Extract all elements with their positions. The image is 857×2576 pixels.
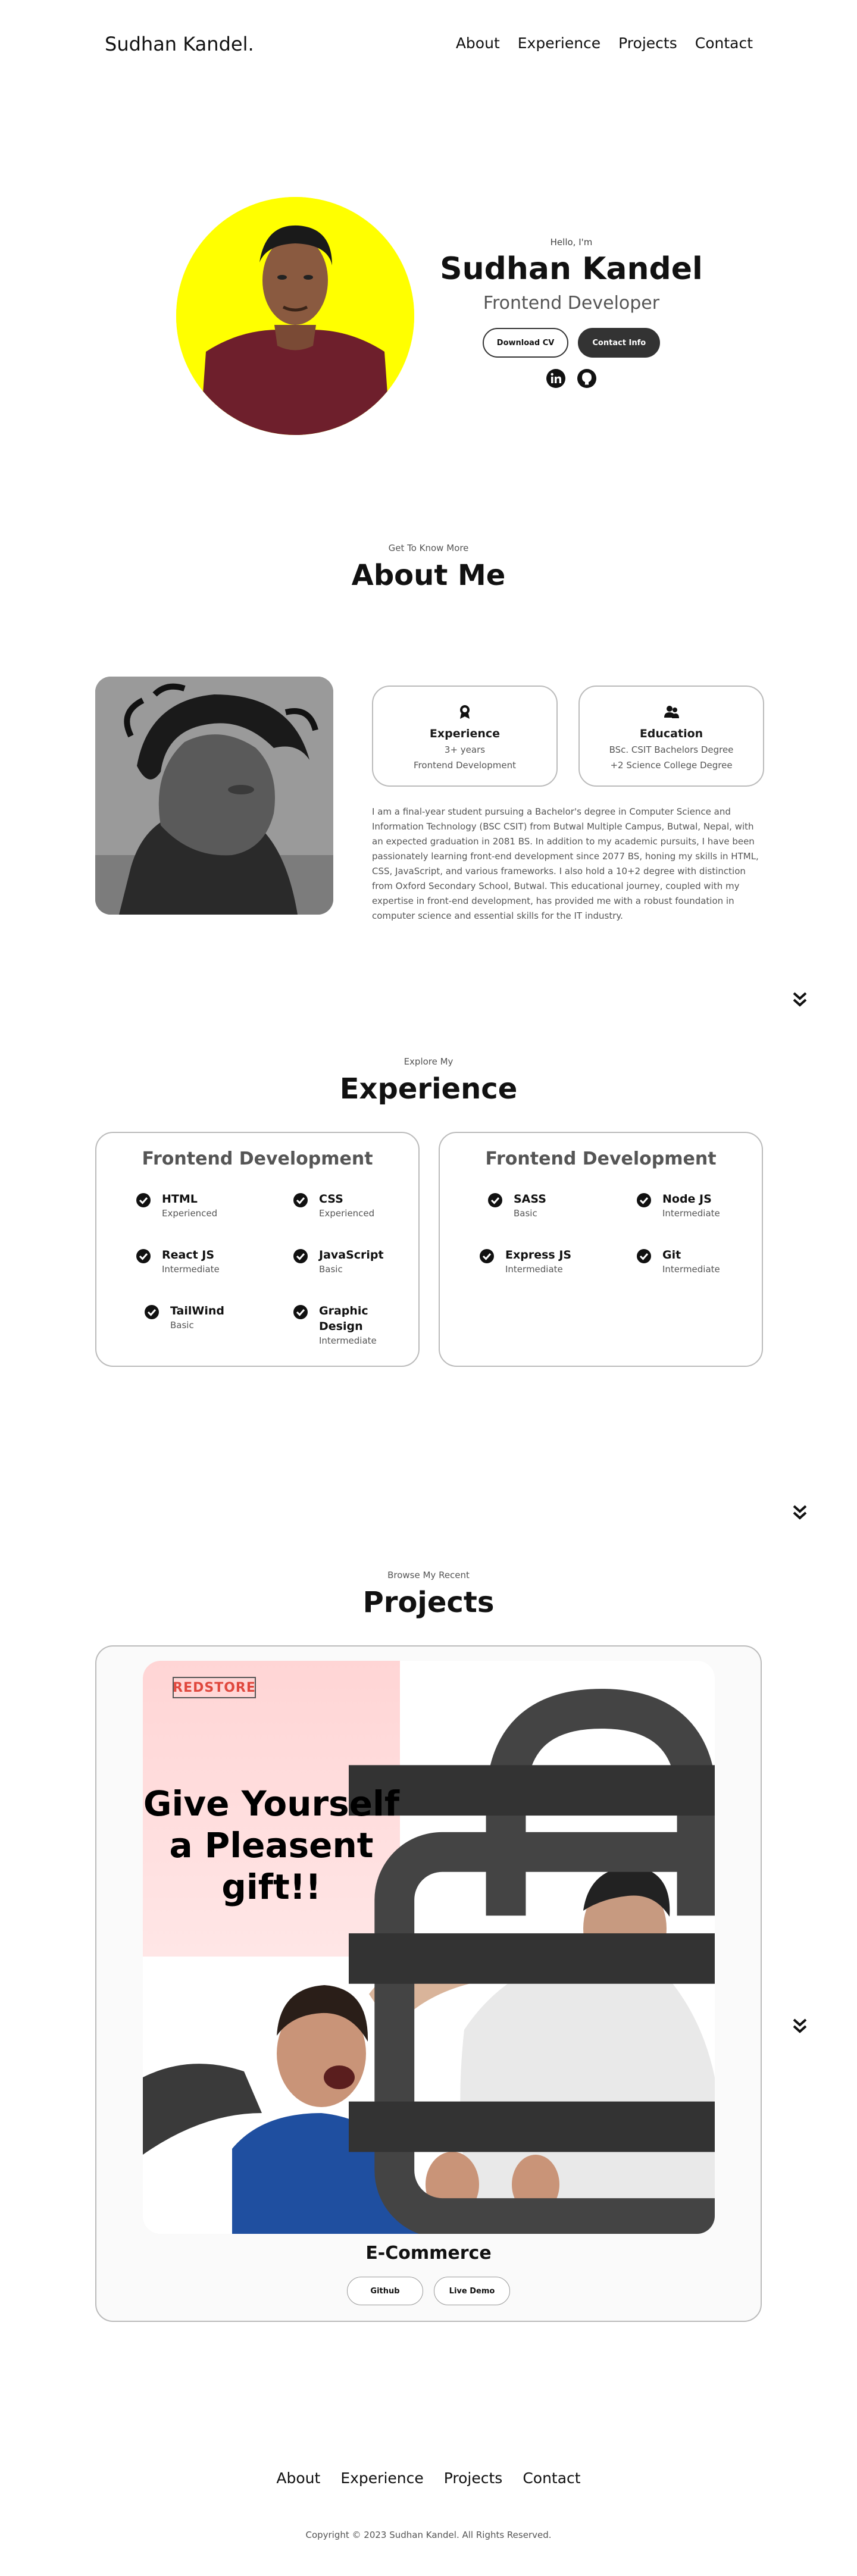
checkmark-icon <box>488 1193 502 1207</box>
skill-name: SASS <box>514 1192 546 1206</box>
about-card-line: BSc. CSIT Bachelors Degree <box>609 744 734 755</box>
top-nav: Sudhan Kandel. About Experience Projects… <box>0 0 857 89</box>
project-headline: Give Yourself a Pleasent gift!! <box>143 1783 400 1907</box>
checkmark-icon <box>145 1305 159 1319</box>
footer-nav: About Experience Projects Contact <box>0 2469 857 2487</box>
hero-buttons: Download CV Contact Info <box>428 328 714 358</box>
nav-links: About Experience Projects Contact <box>456 35 753 52</box>
experience-card: Experience 3+ years Frontend Development <box>372 686 558 787</box>
checkmark-icon <box>637 1193 651 1207</box>
medal-icon <box>460 705 470 719</box>
checkmark-icon <box>136 1193 151 1207</box>
checkmark-icon <box>293 1305 308 1319</box>
about-subtitle: Get To Know More <box>388 543 469 553</box>
profile-photo <box>176 197 414 435</box>
project-buttons: Github Live Demo <box>0 2277 857 2305</box>
copyright-text: Copyright © 2023 Sudhan Kandel. All Righ… <box>305 2530 552 2540</box>
footer-link-contact[interactable]: Contact <box>523 2469 580 2487</box>
scroll-down-icon[interactable] <box>792 2017 808 2035</box>
about-paragraph: I am a final-year student pursuing a Bac… <box>372 806 759 921</box>
skill-level: Intermediate <box>319 1335 377 1346</box>
skill-level: Basic <box>170 1320 194 1331</box>
projects-subtitle: Browse My Recent <box>387 1570 470 1580</box>
skills-card: Frontend Development SASS Basic Node JS … <box>439 1132 763 1367</box>
skill-level: Intermediate <box>162 1264 220 1275</box>
hamburger-menu-icon <box>349 1765 715 2152</box>
checkmark-icon <box>293 1249 308 1263</box>
scroll-down-icon[interactable] <box>792 1504 808 1522</box>
education-card: Education BSc. CSIT Bachelors Degree +2 … <box>578 686 764 787</box>
hero-role: Frontend Developer <box>483 293 660 314</box>
github-button[interactable]: Github <box>347 2277 423 2305</box>
skill-name: TailWind <box>170 1304 224 1317</box>
social-links <box>428 368 714 389</box>
checkmark-icon <box>293 1193 308 1207</box>
project-title: E-Commerce <box>365 2243 492 2264</box>
skill-name: JavaScript <box>319 1248 384 1262</box>
nav-link-about[interactable]: About <box>456 35 500 52</box>
about-title: About Me <box>351 559 506 592</box>
checkmark-icon <box>637 1249 651 1263</box>
about-card-title: Experience <box>429 727 501 740</box>
skill-level: Experienced <box>162 1208 218 1219</box>
skill-level: Intermediate <box>662 1264 720 1275</box>
hero-greeting: Hello, I'm <box>550 237 593 248</box>
skills-card-title: Frontend Development <box>142 1148 373 1169</box>
footer-link-about[interactable]: About <box>276 2469 320 2487</box>
footer-link-projects[interactable]: Projects <box>444 2469 503 2487</box>
nav-link-projects[interactable]: Projects <box>618 35 677 52</box>
projects-title: Projects <box>362 1586 495 1619</box>
checkmark-icon <box>480 1249 494 1263</box>
experience-subtitle: Explore My <box>404 1056 453 1067</box>
skill-name: Express JS <box>505 1248 572 1262</box>
skill-level: Experienced <box>319 1208 375 1219</box>
skills-card: Frontend Development HTML Experienced CS… <box>95 1132 420 1367</box>
about-card-title: Education <box>639 727 703 740</box>
hero-name: Sudhan Kandel <box>440 251 703 287</box>
about-card-line: 3+ years <box>444 744 486 755</box>
skill-name: React JS <box>162 1248 215 1262</box>
skill-name: HTML <box>162 1192 198 1206</box>
skill-level: Intermediate <box>505 1264 563 1275</box>
skills-card-title: Frontend Development <box>485 1148 717 1169</box>
graduation-icon <box>664 706 679 718</box>
skill-level: Basic <box>514 1208 537 1219</box>
site-logo[interactable]: Sudhan Kandel. <box>105 33 254 55</box>
nav-link-contact[interactable]: Contact <box>695 35 753 52</box>
about-card-line: Frontend Development <box>414 760 516 771</box>
download-cv-button[interactable]: Download CV <box>482 328 569 358</box>
redstore-logo: REDSTORE <box>173 1677 256 1698</box>
project-screenshot[interactable]: REDSTORE Give Yourself a Pleasent gift!! <box>143 1661 715 2234</box>
hero-intro: Hello, I'm Sudhan Kandel Frontend Develo… <box>428 237 714 389</box>
scroll-down-icon[interactable] <box>792 991 808 1009</box>
skill-level: Intermediate <box>662 1208 720 1219</box>
skill-name: Node JS <box>662 1192 712 1206</box>
experience-title: Experience <box>339 1072 518 1106</box>
skill-name: CSS <box>319 1192 343 1206</box>
about-photo <box>95 677 333 915</box>
footer-link-experience[interactable]: Experience <box>340 2469 423 2487</box>
about-card-line: +2 Science College Degree <box>610 760 733 771</box>
contact-info-button[interactable]: Contact Info <box>578 328 661 358</box>
skill-name: Graphic Design <box>319 1304 368 1333</box>
linkedin-icon[interactable] <box>546 368 566 389</box>
skill-name: Git <box>662 1248 681 1262</box>
checkmark-icon <box>136 1249 151 1263</box>
live-demo-button[interactable]: Live Demo <box>434 2277 510 2305</box>
nav-link-experience[interactable]: Experience <box>518 35 600 52</box>
github-icon[interactable] <box>577 368 597 389</box>
skill-level: Basic <box>319 1264 343 1275</box>
